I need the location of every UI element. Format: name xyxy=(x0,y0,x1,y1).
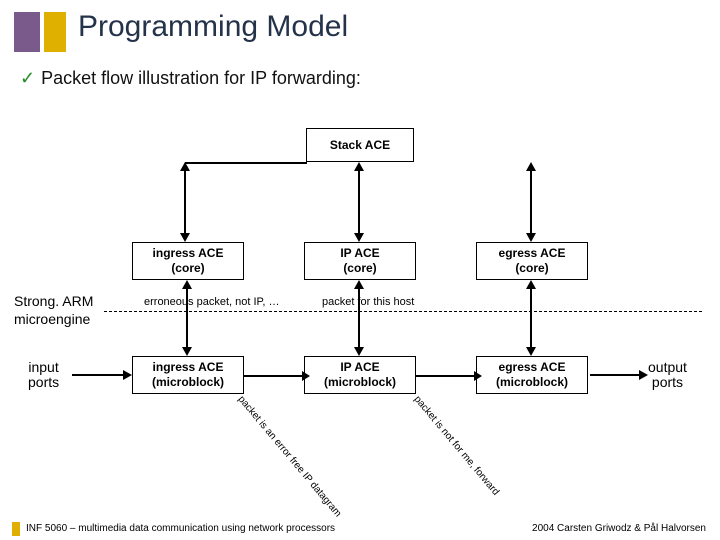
arrow-stack-ip-up xyxy=(354,162,364,171)
arrow-ingress-vert-up xyxy=(182,280,192,289)
box-egress-core: egress ACE (core) xyxy=(476,242,588,280)
footer-left: INF 5060 – multimedia data communication… xyxy=(26,523,335,534)
arrow-egress-output-head xyxy=(639,370,648,380)
label-microengine: microengine xyxy=(14,312,90,327)
arrow-input-ingress-head xyxy=(123,370,132,380)
subtitle-row: ✓ Packet flow illustration for IP forward… xyxy=(20,68,361,89)
box-ingress-micro: ingress ACE (microblock) xyxy=(132,356,244,394)
title-bar: Programming Model xyxy=(0,8,720,58)
footer-accent xyxy=(12,522,20,536)
arrow-ip-vert-up xyxy=(354,280,364,289)
arrow-stack-ip-down xyxy=(354,233,364,242)
arrow-egress-vert xyxy=(530,288,532,348)
arrow-egress-vert-up xyxy=(526,280,536,289)
box-ingress-core: ingress ACE (core) xyxy=(132,242,244,280)
arrow-stack-egress xyxy=(530,170,532,234)
note-erroneous: erroneous packet, not IP, … xyxy=(144,296,280,308)
footer-right: 2004 Carsten Griwodz & Pål Halvorsen xyxy=(532,523,706,534)
box-egress-micro: egress ACE (microblock) xyxy=(476,356,588,394)
arrow-stack-ingress-h xyxy=(185,162,307,164)
arrow-stack-egress-down xyxy=(526,233,536,242)
title-accent-gold xyxy=(44,12,66,52)
arrow-stack-ip xyxy=(358,170,360,234)
arrow-ingress-vert xyxy=(186,288,188,348)
arrow-stack-egress-up xyxy=(526,162,536,171)
arrow-egress-output xyxy=(590,374,640,376)
arrow-ip-vert-down xyxy=(354,347,364,356)
box-stack-ace: Stack ACE xyxy=(306,128,414,162)
subtitle-text: Packet flow illustration for IP forwardi… xyxy=(41,68,361,88)
arrow-stack-ingress-down xyxy=(180,233,190,242)
note-for-host: packet for this host xyxy=(322,296,414,308)
layer-divider xyxy=(104,311,702,312)
slide-title: Programming Model xyxy=(78,10,348,44)
label-strongarm: Strong. ARM xyxy=(14,294,93,309)
label-input-ports: input ports xyxy=(28,360,59,391)
box-ip-core: IP ACE (core) xyxy=(304,242,416,280)
arrow-egress-vert-down xyxy=(526,347,536,356)
arrow-input-ingress xyxy=(72,374,124,376)
label-output-ports: output ports xyxy=(648,360,687,391)
arrow-ingress-vert-down xyxy=(182,347,192,356)
box-ip-micro: IP ACE (microblock) xyxy=(304,356,416,394)
arrow-ip-vert xyxy=(358,288,360,348)
title-accent-purple xyxy=(14,12,40,52)
arrow-stack-ingress xyxy=(184,170,186,234)
check-icon: ✓ xyxy=(20,68,35,88)
